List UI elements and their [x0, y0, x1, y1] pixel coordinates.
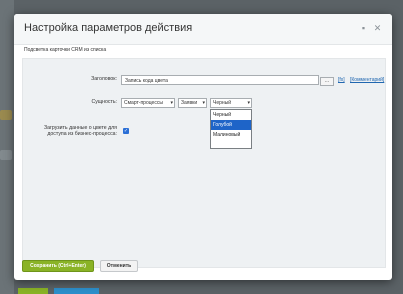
chevron-down-icon: ▾ [247, 100, 250, 106]
checkmark-icon: ✓ [123, 128, 129, 134]
cancel-button[interactable]: Отменить [100, 260, 138, 272]
background-tab [54, 288, 99, 294]
entity-label: Сущность: [91, 99, 117, 105]
background-page [0, 0, 14, 294]
minimize-button[interactable]: ▪ [358, 23, 369, 34]
load-data-label-line2: доступа из бизнес-процесса: [47, 131, 117, 137]
close-button[interactable]: ✕ [372, 23, 383, 34]
dropdown-option-selected[interactable]: Голубой [211, 120, 251, 130]
chevron-down-icon: ▾ [170, 100, 173, 106]
close-icon: ✕ [373, 23, 382, 33]
load-data-label: Загрузить данные о цвете для доступа из … [31, 125, 117, 137]
color-dropdown: Черный Голубой Малиновый [210, 109, 252, 149]
minimize-icon: ▪ [361, 23, 366, 33]
dialog-titlebar[interactable]: Настройка параметров действия ▪ ✕ [14, 14, 392, 45]
title-input[interactable]: Запись кода цвета [121, 75, 319, 85]
dropdown-option[interactable]: Черный [211, 110, 251, 120]
fx-link[interactable]: [fx] [338, 77, 345, 83]
dialog-subtitle: Подсветка карточки CRM из списка [24, 47, 107, 53]
entity-select[interactable]: Заявки ▾ [178, 98, 207, 108]
settings-dialog: Настройка параметров действия ▪ ✕ Подсве… [14, 14, 392, 280]
dots-button[interactable]: ... [320, 77, 334, 86]
select-value: Черный [213, 100, 232, 106]
background-icon [0, 110, 12, 120]
background-tab [18, 288, 48, 294]
chevron-down-icon: ▾ [202, 100, 205, 106]
color-select[interactable]: Черный ▾ [210, 98, 252, 108]
title-label: Заголовок: [91, 76, 117, 82]
form-panel: Заголовок: Запись кода цвета ... [fx] [К… [22, 58, 386, 268]
dropdown-option[interactable]: Малиновый [211, 130, 251, 140]
dialog-title: Настройка параметров действия [24, 22, 193, 34]
save-button[interactable]: Сохранить (Ctrl+Enter) [22, 260, 94, 272]
background-icon [0, 150, 12, 160]
dialog-footer: Сохранить (Ctrl+Enter) Отменить [14, 256, 392, 280]
comment-link[interactable]: [Комментарий] [350, 77, 384, 83]
select-value: Заявки [181, 100, 198, 106]
entity-type-select[interactable]: Смарт-процессы ▾ [121, 98, 175, 108]
select-value: Смарт-процессы [124, 100, 163, 106]
load-data-checkbox[interactable]: ✓ [123, 128, 129, 134]
